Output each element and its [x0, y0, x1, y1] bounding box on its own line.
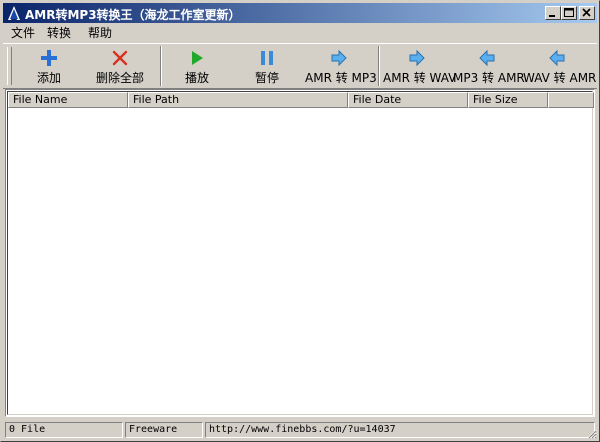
status-file-count: 0 File [5, 422, 123, 438]
play-icon [192, 51, 203, 65]
status-bar: 0 File Freeware http://www.finebbs.com/?… [3, 421, 597, 439]
column-header-file-path[interactable]: File Path [128, 92, 348, 108]
toolbar: 添加 删除全部 播放 暂停 AMR 转 MP3 AMR 转 WAV MP3 转 … [3, 43, 597, 89]
maximize-button[interactable] [561, 6, 577, 20]
maximize-icon [564, 8, 574, 17]
mp3-to-amr-button-label: MP3 转 AMR [453, 71, 525, 85]
close-icon [582, 8, 591, 17]
mp3-to-amr-button[interactable]: MP3 转 AMR [453, 46, 525, 88]
play-button-label: 播放 [184, 71, 209, 85]
status-license: Freeware [125, 422, 203, 438]
toolbar-separator [378, 46, 380, 86]
resize-grip-icon[interactable] [585, 427, 597, 439]
column-header-filler [548, 92, 594, 108]
status-url: http://www.finebbs.com/?u=14037 [205, 422, 595, 438]
pause-button-label: 暂停 [254, 71, 279, 85]
menu-help[interactable]: 帮助 [84, 25, 116, 42]
delete-x-icon [112, 50, 128, 66]
menu-bar: 文件 转换 帮助 [3, 24, 597, 43]
pause-icon [261, 51, 273, 65]
toolbar-separator [160, 46, 162, 86]
amr-to-mp3-button[interactable]: AMR 转 MP3 [305, 46, 377, 88]
arrow-left-icon [549, 49, 565, 67]
add-button[interactable]: 添加 [21, 46, 77, 88]
title-bar[interactable]: AMR转MP3转换王（海龙工作室更新） [3, 3, 597, 23]
amr-to-mp3-button-label: AMR 转 MP3 [305, 71, 377, 85]
menu-convert[interactable]: 转换 [43, 25, 75, 42]
toolbar-grip[interactable] [7, 47, 12, 85]
amr-to-wav-button[interactable]: AMR 转 WAV [383, 46, 457, 88]
column-header-file-name[interactable]: File Name [8, 92, 128, 108]
column-header-file-size[interactable]: File Size [468, 92, 548, 108]
window-title: AMR转MP3转换王（海龙工作室更新） [25, 8, 241, 22]
minimize-icon [549, 15, 555, 17]
minimize-button[interactable] [545, 6, 561, 20]
delete-all-button[interactable]: 删除全部 [89, 46, 151, 88]
arrow-left-icon [479, 49, 495, 67]
column-header-file-date[interactable]: File Date [348, 92, 468, 108]
amr-to-wav-button-label: AMR 转 WAV [383, 71, 457, 85]
delete-all-button-label: 删除全部 [95, 71, 144, 85]
close-button[interactable] [579, 6, 595, 20]
file-list[interactable]: File Name File Path File Date File Size [5, 89, 595, 417]
menu-file[interactable]: 文件 [7, 25, 39, 42]
app-logo-icon [8, 6, 20, 20]
pause-button[interactable]: 暂停 [239, 46, 295, 88]
arrow-right-icon [409, 49, 425, 67]
plus-icon [41, 50, 57, 66]
file-list-body[interactable]: File Name File Path File Date File Size [7, 91, 594, 415]
app-window: AMR转MP3转换王（海龙工作室更新） 文件 转换 帮助 添加 删除全部 播放 … [0, 0, 600, 442]
arrow-right-icon [331, 49, 347, 67]
play-button[interactable]: 播放 [169, 46, 225, 88]
wav-to-amr-button-label: WAV 转 AMR [523, 71, 597, 85]
wav-to-amr-button[interactable]: WAV 转 AMR [523, 46, 597, 88]
add-button-label: 添加 [36, 71, 61, 85]
